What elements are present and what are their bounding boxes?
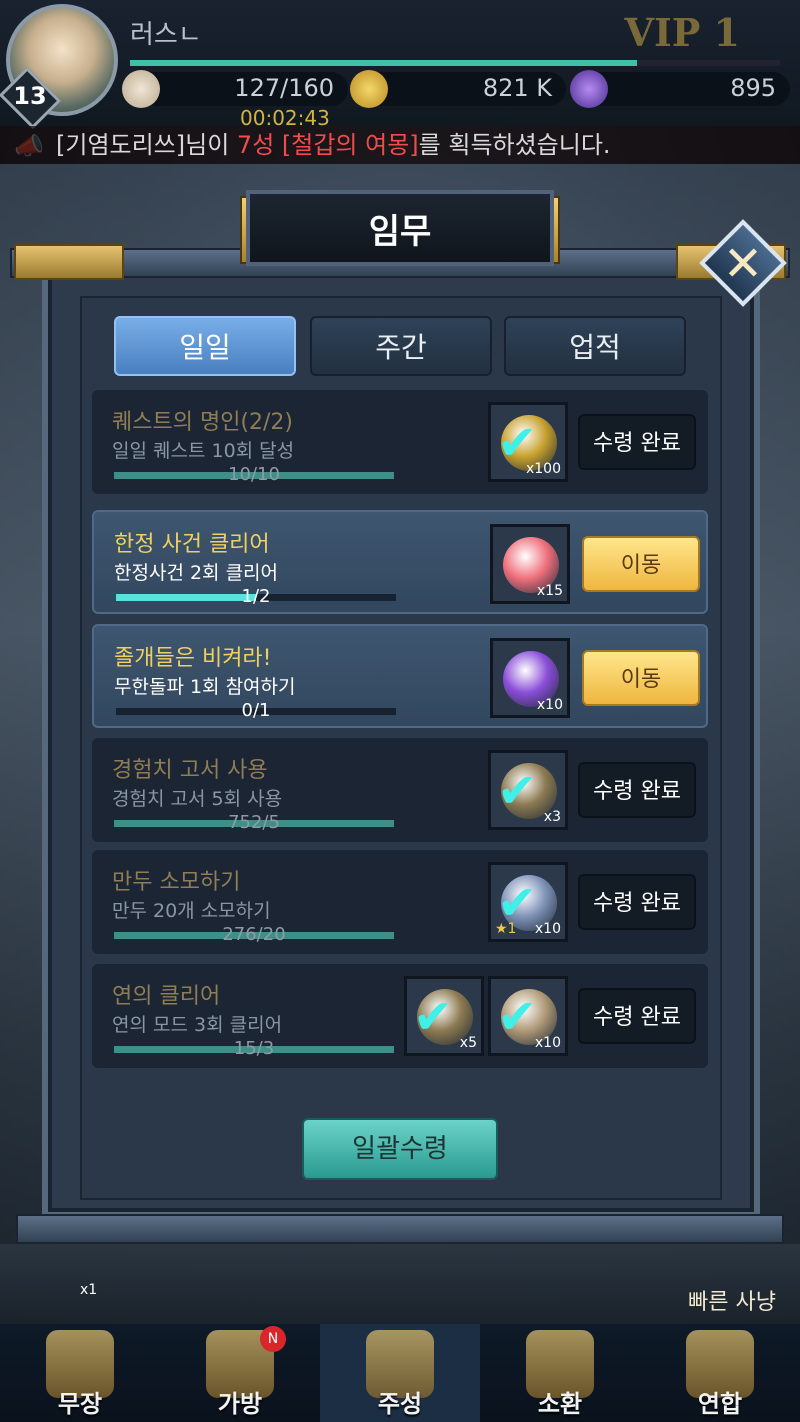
quest-progress-text: 10/10 [228, 464, 280, 485]
reward-quantity: x15 [536, 583, 563, 599]
tab-daily[interactable]: 일일 [114, 316, 296, 376]
quest-progress-text: 1/2 [241, 586, 271, 607]
key-quantity: x1 [80, 1282, 98, 1298]
go-button[interactable]: 이동 [582, 536, 700, 592]
go-button[interactable]: 이동 [582, 650, 700, 706]
reward-slot[interactable]: x10 [490, 638, 570, 718]
nav-label: 무장 [57, 1390, 103, 1418]
gem-counter[interactable]: 895 [570, 70, 790, 108]
nav-label: 가방 [217, 1390, 263, 1418]
xp-bar-fill [130, 60, 637, 66]
stamina-value: 127/160 [234, 74, 334, 102]
nav-item[interactable]: 주성 [320, 1324, 480, 1422]
nav-item[interactable]: 소환 [480, 1324, 640, 1422]
quest-title: 졸개들은 비켜라! [114, 646, 272, 671]
quest-list[interactable]: 퀘스트의 명인(2/2) 일일 퀘스트 10회 달성 10/10 ✔ x100 수령 완료… [92, 390, 708, 1102]
quest-title: 퀘스트의 명인(2/2) [112, 410, 294, 435]
player-level: 13 [13, 82, 47, 110]
quest-description: 무한돌파 1회 참여하기 [114, 676, 296, 698]
tab-achievements[interactable]: 업적 [504, 316, 686, 376]
gem-icon [570, 70, 608, 108]
quest-title: 연의 클리어 [112, 984, 221, 1009]
quest-description: 만두 20개 소모하기 [112, 900, 271, 922]
reward-quantity: x10 [534, 1035, 561, 1051]
reward-slot[interactable]: ✔ x100 [488, 402, 568, 482]
claim-all-button[interactable]: 일괄수령 [302, 1118, 498, 1180]
claimed-button[interactable]: 수령 완료 [578, 414, 696, 470]
reward-slot[interactable]: ✔ x10 [488, 976, 568, 1056]
quest-row[interactable]: 퀘스트의 명인(2/2) 일일 퀘스트 10회 달성 10/10 ✔ x100 수령 완료 [92, 390, 708, 494]
quest-progress-text: 0/1 [241, 700, 271, 721]
reward-slot[interactable]: ✔ x5 [404, 976, 484, 1056]
quest-title: 경험치 고서 사용 [112, 758, 268, 783]
reward-quantity: x10 [536, 697, 563, 713]
quest-row[interactable]: 졸개들은 비켜라! 무한돌파 1회 참여하기 0/1 x10 이동 [92, 624, 708, 728]
xp-bar [130, 60, 780, 66]
quick-hunt-button[interactable]: 빠른 사냥 [688, 1284, 776, 1316]
top-hud: 13 러스ㄴ VIP 1 127/160 821 K 895 00:02:43 [0, 0, 800, 130]
nav-item[interactable]: 무장 [0, 1324, 160, 1422]
quest-description: 일일 퀘스트 10회 달성 [112, 440, 295, 462]
gem-value: 895 [730, 74, 776, 102]
left-gold-ornament [14, 244, 124, 280]
vip-level[interactable]: VIP 1 [624, 10, 740, 55]
quest-row[interactable]: 한정 사건 클리어한정사건 2회 클리어 1/2 x15 이동 [92, 510, 708, 614]
nav-label: 소환 [537, 1390, 583, 1418]
announcement-ticker: [기염도리쓰]님이 7성 [철갑의 여몽]를 획득하셨습니다. [0, 126, 800, 164]
nav-label: 연합 [697, 1390, 743, 1418]
quest-progress-text: 15/3 [233, 1038, 275, 1059]
reward-quantity: x3 [543, 809, 561, 825]
nav-item[interactable]: 연합 [640, 1324, 800, 1422]
panel-title: 임무 [368, 212, 432, 252]
tab-weekly[interactable]: 주간 [310, 316, 492, 376]
quest-progress-text: 276/20 [222, 924, 286, 945]
close-icon[interactable]: ✕ [712, 234, 774, 296]
announcement-highlight: 7성 [철갑의 여몽] [236, 131, 419, 159]
quest-description: 경험치 고서 5회 사용 [112, 788, 283, 810]
dumpling-icon [122, 70, 160, 108]
quest-description: 한정사건 2회 클리어 [114, 562, 279, 584]
reward-slot[interactable]: ✔ ★1 x10 [488, 862, 568, 942]
quest-progress-text: 752/5 [228, 812, 280, 833]
bottom-strip [0, 1244, 800, 1324]
panel-bottom-bar [16, 1214, 784, 1244]
quest-title: 한정 사건 클리어 [114, 532, 270, 557]
check-icon: ✔ [497, 989, 538, 1045]
check-icon: ✔ [497, 763, 538, 819]
nav-label: 주성 [377, 1390, 423, 1418]
reward-star: ★1 [495, 921, 517, 937]
reward-quantity: x100 [525, 461, 561, 477]
quest-description: 연의 모드 3회 클리어 [112, 1014, 283, 1036]
quest-row[interactable]: 연의 클리어 연의 모드 3회 클리어 15/3 ✔ x5 ✔ x10 수령 완료 [92, 964, 708, 1068]
reward-quantity: x10 [534, 921, 561, 937]
announcement-text-1: [기염도리쓰]님이 [56, 131, 237, 159]
claimed-button[interactable]: 수령 완료 [578, 988, 696, 1044]
stamina-counter[interactable]: 127/160 [122, 70, 348, 108]
reward-quantity: x5 [459, 1035, 477, 1051]
announcement-text-2: 를 획득하셨습니다. [418, 131, 611, 159]
gold-value: 821 K [482, 74, 552, 102]
check-icon: ✔ [413, 989, 454, 1045]
reward-slot[interactable]: x15 [490, 524, 570, 604]
reward-slot[interactable]: ✔ x3 [488, 750, 568, 830]
gold-coin-icon [350, 70, 388, 108]
quest-title: 만두 소모하기 [112, 870, 241, 895]
gold-counter[interactable]: 821 K [350, 70, 566, 108]
claimed-button[interactable]: 수령 완료 [578, 874, 696, 930]
bottom-nav: 무장 가방 N 주성 소환 연합 [0, 1324, 800, 1422]
player-name: 러스ㄴ [130, 20, 202, 50]
new-badge: N [260, 1326, 286, 1352]
nav-item[interactable]: 가방 N [160, 1324, 320, 1422]
claimed-button[interactable]: 수령 완료 [578, 762, 696, 818]
quest-row[interactable]: 만두 소모하기 만두 20개 소모하기 276/20 ✔ ★1 x10 수령 완료 [92, 850, 708, 954]
quest-row[interactable]: 경험치 고서 사용경험치 고서 5회 사용 752/5 ✔ x3 수령 완료 [92, 738, 708, 842]
